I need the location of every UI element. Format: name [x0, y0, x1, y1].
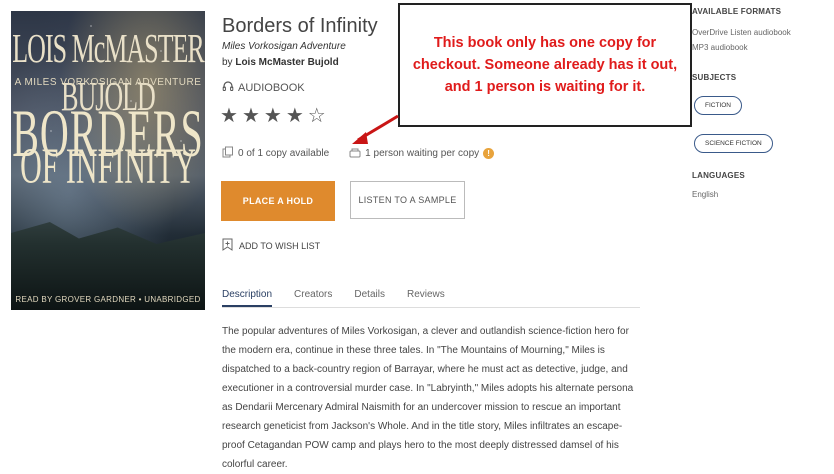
- subject-pill-fiction[interactable]: FICTION: [694, 96, 742, 115]
- wish-list-label: ADD TO WISH LIST: [239, 240, 321, 251]
- info-icon[interactable]: !: [483, 148, 495, 159]
- wish-list-link[interactable]: ADD TO WISH LIST: [222, 238, 320, 253]
- tab-creators[interactable]: Creators: [294, 289, 332, 307]
- annotation-arrow-icon: [352, 114, 399, 144]
- subjects-heading: SUBJECTS: [692, 73, 737, 82]
- star-full-icon: ★: [241, 105, 264, 127]
- cover-series: A MILES VORKOSIGAN ADVENTURE: [14, 77, 202, 88]
- star-full-icon: ★: [285, 105, 308, 127]
- by-prefix: by: [222, 57, 233, 68]
- star-rating[interactable]: ★★★★☆: [220, 103, 330, 128]
- listen-sample-button[interactable]: LISTEN TO A SAMPLE: [350, 181, 465, 219]
- format-label: AUDIOBOOK: [238, 81, 305, 94]
- format-line: AUDIOBOOK: [222, 80, 305, 95]
- author-link[interactable]: Lois McMaster Bujold: [235, 57, 338, 68]
- series-link[interactable]: Miles Vorkosigan Adventure: [222, 41, 346, 52]
- star-empty-icon: ☆: [307, 105, 330, 127]
- languages-heading: LANGUAGES: [692, 171, 745, 180]
- details-tabs: Description Creators Details Reviews: [222, 289, 640, 308]
- format-item: MP3 audiobook: [692, 43, 748, 52]
- format-item: OverDrive Listen audiobook: [692, 28, 791, 37]
- description-text: The popular adventures of Miles Vorkosig…: [222, 326, 634, 470]
- author-line: by Lois McMaster Bujold: [222, 57, 339, 68]
- place-hold-button[interactable]: PLACE A HOLD: [221, 181, 335, 221]
- headphones-icon: [222, 80, 234, 95]
- tab-description[interactable]: Description: [222, 289, 273, 307]
- copies-available: 0 of 1 copy available: [238, 148, 330, 159]
- tab-reviews[interactable]: Reviews: [407, 289, 445, 307]
- language-item: English: [692, 190, 719, 199]
- copies-icon: [222, 146, 234, 161]
- formats-heading: AVAILABLE FORMATS: [692, 7, 782, 16]
- book-cover[interactable]: LOIS McMASTER BUJOLD A MILES VORKOSIGAN …: [11, 11, 205, 310]
- annotation-callout: This book only has one copy for checkout…: [398, 3, 692, 127]
- tab-details[interactable]: Details: [354, 289, 385, 307]
- book-title: Borders of Infinity: [222, 15, 378, 37]
- star-full-icon: ★: [220, 105, 242, 127]
- star-full-icon: ★: [263, 105, 286, 127]
- cover-title-line2: OF INFINITY: [20, 139, 196, 196]
- cover-reader: READ BY GROVER GARDNER • UNABRIDGED: [15, 295, 201, 304]
- bookmark-plus-icon: [222, 238, 233, 253]
- subject-pill-science-fiction[interactable]: SCIENCE FICTION: [694, 134, 773, 153]
